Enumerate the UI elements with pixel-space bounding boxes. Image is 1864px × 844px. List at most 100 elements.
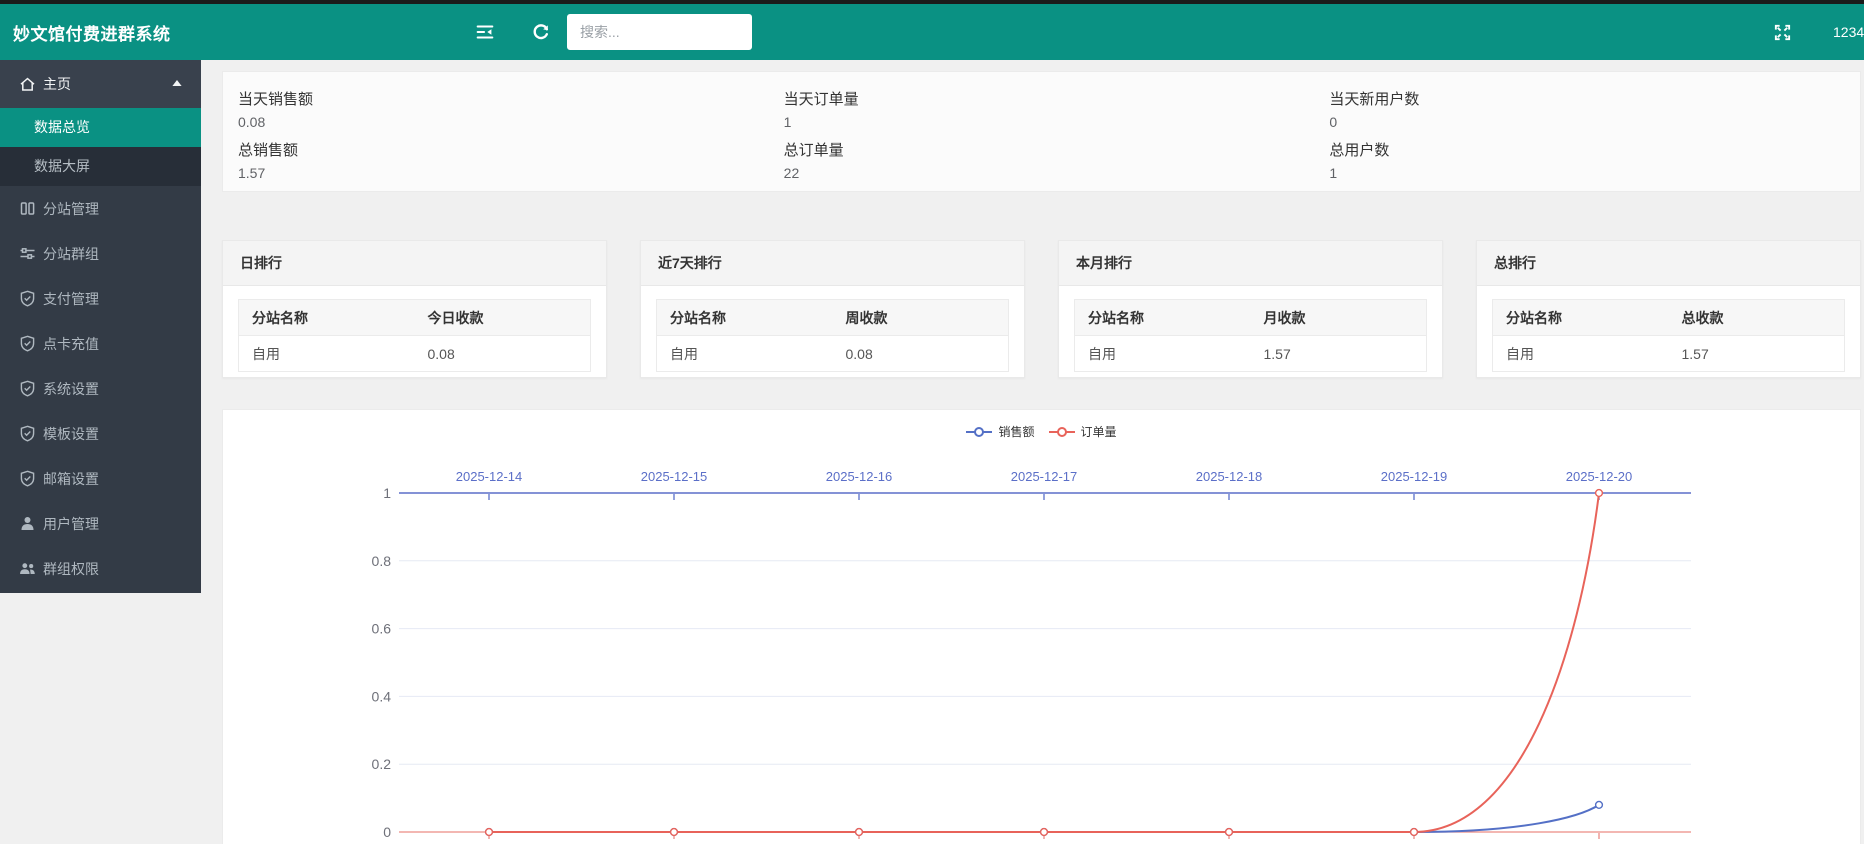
- ranking-table: 分站名称周收款自用0.08: [656, 299, 1009, 372]
- stat-value: 1: [784, 114, 1315, 130]
- table-column-header: 分站名称: [1075, 300, 1251, 336]
- sidebar-item-label: 支付管理: [43, 289, 183, 309]
- table-cell: 1.57: [1669, 336, 1845, 372]
- ranking-card-body: 分站名称总收款自用1.57: [1477, 286, 1860, 385]
- ranking-card: 本月排行分站名称月收款自用1.57: [1058, 240, 1443, 378]
- table-column-header: 周收款: [833, 300, 1009, 336]
- ranking-card-body: 分站名称周收款自用0.08: [641, 286, 1024, 385]
- stats-panel: 当天销售额 0.08 总销售额 1.57 当天订单量 1 总订单量 22当天新用户数0总用户数…: [222, 71, 1861, 192]
- search-input[interactable]: [567, 14, 752, 50]
- svg-text:0.8: 0.8: [372, 553, 392, 569]
- sidebar-item[interactable]: 主页: [0, 60, 201, 108]
- home-icon: [19, 76, 36, 93]
- ranking-card-title: 本月排行: [1059, 241, 1442, 286]
- table-cell: 0.08: [415, 336, 591, 372]
- fullscreen-icon[interactable]: [1765, 4, 1799, 60]
- stat-value: 22: [784, 165, 1315, 181]
- table-header-row: 分站名称周收款: [657, 300, 1009, 336]
- table-column-header: 分站名称: [239, 300, 415, 336]
- table-row: 自用1.57: [1075, 336, 1427, 372]
- shield-check-icon: [19, 470, 36, 487]
- ranking-card-title: 近7天排行: [641, 241, 1024, 286]
- main-content: 当天销售额 0.08 总销售额 1.57 当天订单量 1 总订单量 22当天新用户数0总用户数…: [222, 60, 1861, 844]
- table-cell: 自用: [657, 336, 833, 372]
- stat-label: 总销售额: [238, 139, 769, 160]
- sidebar-item-label: 群组权限: [43, 559, 183, 579]
- sidebar-item-label: 邮箱设置: [43, 469, 183, 489]
- table-header-row: 分站名称今日收款: [239, 300, 591, 336]
- stat-label: 当天销售额: [238, 88, 769, 109]
- svg-text:2025-12-16: 2025-12-16: [826, 469, 893, 484]
- menu-fold-icon[interactable]: [468, 4, 502, 60]
- svg-text:2025-12-20: 2025-12-20: [1566, 469, 1633, 484]
- table-column-header: 今日收款: [415, 300, 591, 336]
- stats-column: 当天订单量 1 总订单量 22: [769, 72, 1315, 191]
- ranking-table: 分站名称月收款自用1.57: [1074, 299, 1427, 372]
- app-header: 妙文馆付费进群系统 12345: [0, 4, 1864, 60]
- ranking-card-body: 分站名称月收款自用1.57: [1059, 286, 1442, 385]
- shield-check-icon: [19, 425, 36, 442]
- caret-up-icon: [171, 76, 183, 92]
- sidebar-item-label: 分站群组: [43, 244, 183, 264]
- sidebar-item[interactable]: 分站管理: [0, 186, 201, 231]
- sidebar-item-label: 主页: [43, 74, 171, 94]
- stat-value: 0.08: [238, 114, 769, 130]
- stats-column: 当天销售额 0.08 总销售额 1.57: [223, 72, 769, 191]
- svg-text:0.2: 0.2: [372, 756, 392, 772]
- svg-text:0: 0: [383, 824, 391, 840]
- ranking-card: 近7天排行分站名称周收款自用0.08: [640, 240, 1025, 378]
- svg-text:2025-12-15: 2025-12-15: [641, 469, 708, 484]
- sidebar: 主页数据总览数据大屏分站管理分站群组支付管理点卡充值系统设置模板设置邮箱设置用户…: [0, 60, 201, 593]
- table-row: 自用0.08: [657, 336, 1009, 372]
- sidebar-submenu: 数据总览数据大屏: [0, 108, 201, 186]
- sidebar-item[interactable]: 系统设置: [0, 366, 201, 411]
- stat-value: 0: [1329, 114, 1860, 130]
- table-cell: 自用: [1075, 336, 1251, 372]
- sidebar-item[interactable]: 支付管理: [0, 276, 201, 321]
- user-icon: [19, 515, 36, 532]
- ranking-card: 总排行分站名称总收款自用1.57: [1476, 240, 1861, 378]
- table-row: 自用0.08: [239, 336, 591, 372]
- sidebar-subitem[interactable]: 数据大屏: [0, 147, 201, 186]
- ranking-card-title: 日排行: [223, 241, 606, 286]
- table-cell: 自用: [1493, 336, 1669, 372]
- table-column-header: 分站名称: [657, 300, 833, 336]
- sidebar-item[interactable]: 用户管理: [0, 501, 201, 546]
- sidebar-item-label: 系统设置: [43, 379, 183, 399]
- sidebar-item-label: 点卡充值: [43, 334, 183, 354]
- svg-text:1: 1: [383, 485, 391, 501]
- columns-icon: [19, 200, 36, 217]
- stat-label: 总订单量: [784, 139, 1315, 160]
- svg-text:2025-12-18: 2025-12-18: [1196, 469, 1263, 484]
- stat-value: 1.57: [238, 165, 769, 181]
- shield-check-icon: [19, 290, 36, 307]
- svg-text:0.4: 0.4: [372, 688, 392, 704]
- sidebar-item[interactable]: 群组权限: [0, 546, 201, 591]
- sidebar-item[interactable]: 分站群组: [0, 231, 201, 276]
- sidebar-item-label: 分站管理: [43, 199, 183, 219]
- ranking-card: 日排行分站名称今日收款自用0.08: [222, 240, 607, 378]
- stat-label: 当天订单量: [784, 88, 1315, 109]
- shield-check-icon: [19, 335, 36, 352]
- table-row: 自用1.57: [1493, 336, 1845, 372]
- table-header-row: 分站名称月收款: [1075, 300, 1427, 336]
- app-title: 妙文馆付费进群系统: [0, 20, 171, 45]
- ranking-table: 分站名称总收款自用1.57: [1492, 299, 1845, 372]
- sidebar-item[interactable]: 点卡充值: [0, 321, 201, 366]
- svg-text:2025-12-14: 2025-12-14: [456, 469, 523, 484]
- ranking-cards: 日排行分站名称今日收款自用0.08近7天排行分站名称周收款自用0.08本月排行分…: [222, 240, 1861, 378]
- table-column-header: 分站名称: [1493, 300, 1669, 336]
- table-column-header: 月收款: [1251, 300, 1427, 336]
- current-username[interactable]: 12345: [1833, 4, 1864, 60]
- refresh-icon[interactable]: [524, 4, 558, 60]
- sidebar-subitem[interactable]: 数据总览: [0, 108, 201, 147]
- sidebar-item[interactable]: 模板设置: [0, 411, 201, 456]
- stat-value: 1: [1329, 165, 1860, 181]
- sidebar-item[interactable]: 邮箱设置: [0, 456, 201, 501]
- svg-text:2025-12-17: 2025-12-17: [1011, 469, 1078, 484]
- ranking-card-body: 分站名称今日收款自用0.08: [223, 286, 606, 385]
- table-column-header: 总收款: [1669, 300, 1845, 336]
- line-chart: 00.20.40.60.812025-12-142025-12-152025-1…: [223, 410, 1862, 844]
- stats-column: 当天新用户数0总用户数1: [1314, 72, 1860, 191]
- table-cell: 自用: [239, 336, 415, 372]
